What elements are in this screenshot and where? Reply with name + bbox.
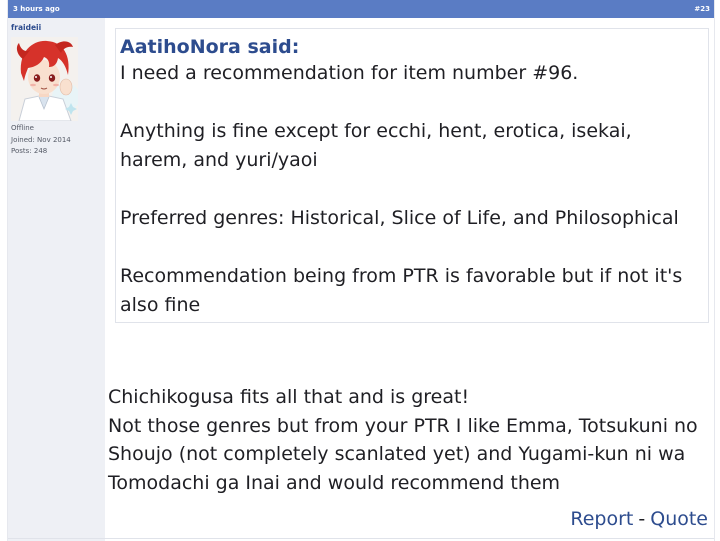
post-number-link[interactable]: #23: [694, 0, 710, 18]
quote-line: Preferred genres: Historical, Slice of L…: [120, 207, 679, 229]
report-link[interactable]: Report: [570, 508, 633, 530]
post-actions: Report - Quote: [570, 508, 708, 530]
quote-block: AatihoNora said: I need a recommendation…: [115, 28, 709, 323]
user-info-panel: fraideii Offline Joined: Nov 2014 Posts:…: [8, 18, 105, 541]
reply-line: Shoujo (not completely scanlated yet) an…: [108, 443, 686, 465]
action-separator: -: [638, 508, 646, 530]
reply-message: Chichikogusa fits all that and is great!…: [108, 383, 698, 497]
reply-line: Tomodachi ga Inai and would recommend th…: [108, 471, 561, 494]
quote-line: I need a recommendation for item number …: [120, 62, 579, 84]
post-header: 3 hours ago #23: [8, 0, 714, 18]
username-link[interactable]: fraideii: [11, 23, 41, 32]
user-post-count: Posts: 248: [11, 147, 48, 155]
post-content: AatihoNora said: I need a recommendation…: [105, 18, 714, 541]
post-time: 3 hours ago: [13, 5, 60, 13]
forum-post: 3 hours ago #23 fraideii Offline Joined:…: [7, 0, 715, 541]
reply-line: Chichikogusa fits all that and is great!: [108, 386, 470, 408]
quote-author: AatihoNora said:: [120, 36, 300, 58]
quote-link[interactable]: Quote: [650, 508, 708, 530]
user-status: Offline: [11, 124, 34, 132]
quote-line: Anything is fine except for ecchi, hent,…: [120, 120, 632, 171]
anime-avatar-icon: [11, 37, 78, 121]
quote-line: Recommendation being from PTR is favorab…: [120, 265, 683, 316]
reply-line: Not those genres but from your PTR I lik…: [108, 414, 698, 437]
post-divider: [8, 538, 714, 539]
avatar[interactable]: [11, 37, 78, 121]
user-joined: Joined: Nov 2014: [11, 136, 71, 144]
